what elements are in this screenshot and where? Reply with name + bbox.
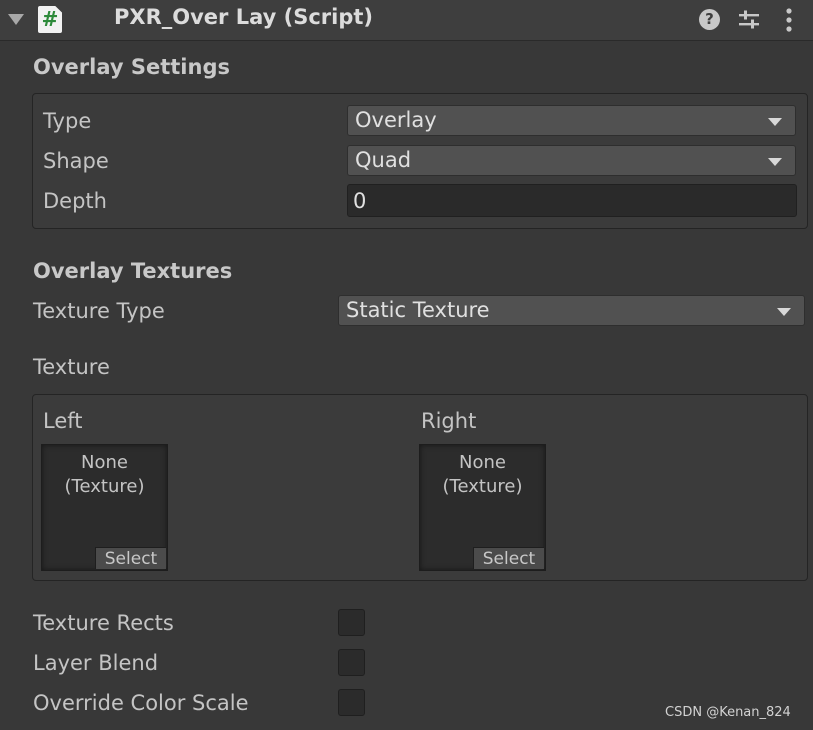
shape-dropdown[interactable]: Quad (347, 145, 796, 176)
texture-label: Texture (33, 355, 110, 379)
left-texture-select-button[interactable]: Select (95, 547, 166, 569)
right-texture-none-line2: (Texture) (442, 476, 523, 497)
depth-label: Depth (43, 189, 107, 213)
watermark: CSDN @Kenan_824 (665, 705, 791, 720)
texture-rects-label: Texture Rects (33, 611, 174, 635)
texture-type-label: Texture Type (33, 299, 165, 323)
script-icon: # (38, 6, 62, 33)
type-dropdown[interactable]: Overlay (347, 105, 796, 136)
type-label: Type (43, 109, 92, 133)
layer-blend-checkbox[interactable] (338, 649, 365, 676)
component-title: PXR_Over Lay (Script) (114, 5, 374, 29)
left-texture-none-line1: None (81, 452, 128, 473)
depth-field-value: 0 (353, 189, 367, 213)
texture-type-dropdown[interactable]: Static Texture (338, 295, 805, 326)
chevron-down-icon (768, 118, 782, 126)
right-texture-none-line1: None (459, 452, 506, 473)
depth-field[interactable]: 0 (347, 184, 797, 217)
script-icon-glyph: # (41, 7, 59, 31)
left-texture-slot[interactable]: None (Texture) Select (41, 444, 168, 571)
type-dropdown-value: Overlay (355, 108, 437, 132)
kebab-menu-icon[interactable] (786, 8, 792, 32)
right-texture-label: Right (421, 409, 477, 433)
left-texture-none-line2: (Texture) (64, 476, 145, 497)
help-icon[interactable]: ? (699, 9, 720, 30)
overlay-textures-title: Overlay Textures (33, 259, 233, 283)
override-color-scale-label: Override Color Scale (33, 691, 249, 715)
left-texture-none-text: None (Texture) (42, 451, 167, 499)
right-texture-slot[interactable]: None (Texture) Select (419, 444, 546, 571)
component-header[interactable]: # PXR_Over Lay (Script) ? (0, 0, 813, 41)
shape-dropdown-value: Quad (355, 148, 412, 172)
chevron-down-icon (768, 158, 782, 166)
shape-label: Shape (43, 149, 109, 173)
chevron-down-icon (777, 308, 791, 316)
overlay-settings-title: Overlay Settings (33, 55, 230, 79)
foldout-arrow-icon[interactable] (8, 14, 24, 25)
preset-icon[interactable] (738, 9, 760, 31)
layer-blend-label: Layer Blend (33, 651, 159, 675)
texture-rects-checkbox[interactable] (338, 609, 365, 636)
texture-type-dropdown-value: Static Texture (346, 298, 490, 322)
left-texture-label: Left (43, 409, 83, 433)
override-color-scale-checkbox[interactable] (338, 689, 365, 716)
right-texture-select-button[interactable]: Select (473, 547, 544, 569)
right-texture-none-text: None (Texture) (420, 451, 545, 499)
